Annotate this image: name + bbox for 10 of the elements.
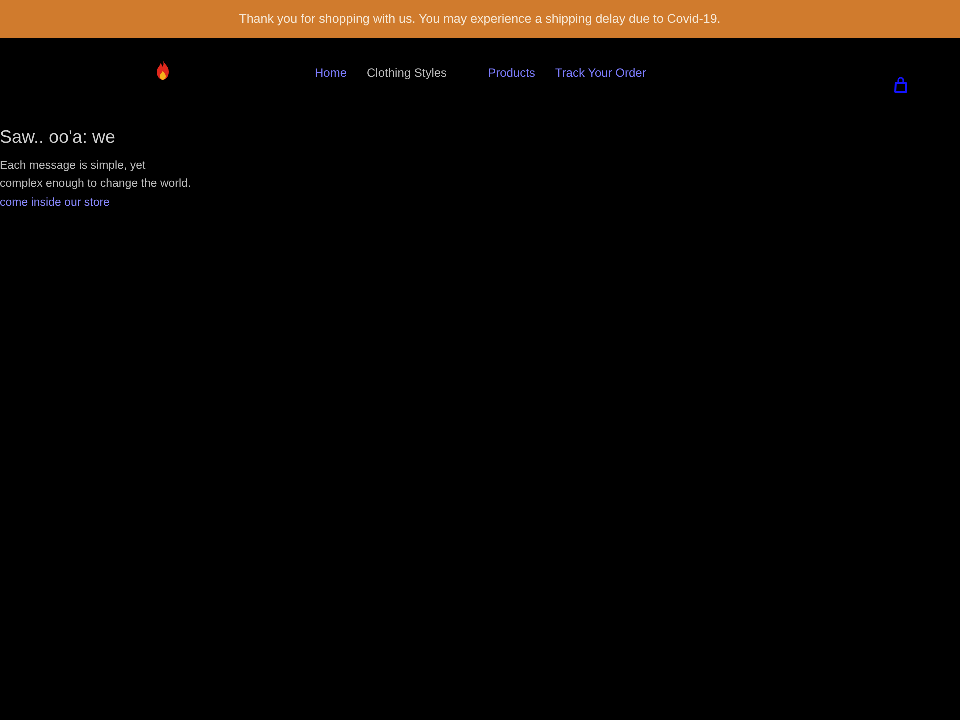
hero-heading: Saw.. oo'a: we <box>0 126 117 148</box>
nav-link[interactable]: Home <box>315 66 348 80</box>
nav-link[interactable]: Products <box>488 66 536 80</box>
hero-paragraph: Each message is simple, yet complex enough to change the world. <box>0 159 192 192</box>
nav-link[interactable]: Clothing Styles <box>367 66 448 80</box>
nav-link[interactable]: Track Your Order <box>555 66 646 80</box>
flame-logo-icon[interactable] <box>155 60 171 80</box>
store-link[interactable]: come inside our store <box>0 194 110 212</box>
shopping-bag-icon[interactable] <box>894 77 908 93</box>
announcement-text: Thank you for shopping with us. You may experience a shipping delay due to Covid-19. <box>239 12 721 26</box>
